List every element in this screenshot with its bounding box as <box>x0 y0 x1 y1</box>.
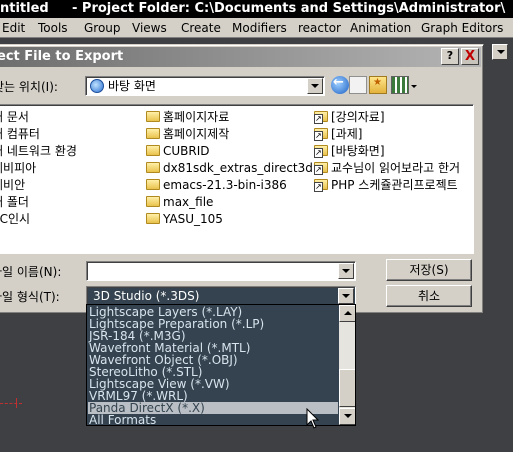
scroll-up-icon[interactable] <box>339 305 355 322</box>
mouse-cursor-icon <box>306 408 320 429</box>
list-item[interactable]: emacs-21.3-bin-i386 <box>146 177 287 193</box>
folder-icon <box>146 196 160 207</box>
list-item[interactable]: YASU_105 <box>146 211 223 227</box>
menu-animation[interactable]: Animation <box>350 18 411 37</box>
folder-shortcut-icon <box>314 145 328 158</box>
menu-modifiers[interactable]: Modifiers <box>232 18 287 37</box>
filetype-dropdown[interactable]: 3D Studio (*.3DS) <box>86 286 356 305</box>
app-title-prefix: ntitled <box>0 1 49 16</box>
app-title-project: - Project Folder: C:\Documents and Setti… <box>72 1 506 16</box>
menu-graph-editors[interactable]: Graph Editors <box>421 18 503 37</box>
list-item[interactable]: dx81sdk_extras_direct3d <box>146 160 313 176</box>
list-item[interactable]: 내 컴퓨터 <box>0 126 40 142</box>
filetype-value: 3D Studio (*.3DS) <box>93 289 200 303</box>
new-folder-icon[interactable] <box>369 76 387 94</box>
list-item[interactable]: All Formats <box>88 414 338 425</box>
lookin-label: 찾는 위치(I): <box>0 80 58 94</box>
view-menu-icon[interactable] <box>391 76 409 94</box>
folder-icon <box>146 145 160 156</box>
menu-create[interactable]: Create <box>181 18 221 37</box>
list-item[interactable]: [과제] <box>314 126 362 142</box>
viewport-axis-line <box>0 403 22 404</box>
list-item[interactable]: [바탕화면] <box>314 143 385 159</box>
lookin-value: 바탕 화면 <box>108 79 156 93</box>
list-item[interactable]: 내 네트워크 환경 <box>0 143 77 159</box>
menu-reactor[interactable]: reactor <box>298 18 341 37</box>
folder-icon <box>146 179 160 190</box>
dialog-title-bar[interactable]: ect File to Export <box>0 47 481 67</box>
filename-input[interactable] <box>86 261 356 281</box>
vertical-scrollbar[interactable] <box>339 305 355 425</box>
view-menu-arrow-icon[interactable] <box>411 85 417 88</box>
dialog-title: ect File to Export <box>0 49 124 64</box>
menu-views[interactable]: Views <box>132 18 167 37</box>
export-dialog: ect File to Export ? X 찾는 위치(I): 바탕 화면 내… <box>0 44 484 314</box>
command-panel-edge <box>486 38 513 452</box>
viewport-axis-tick <box>16 398 17 408</box>
menu-tools[interactable]: Tools <box>38 18 68 37</box>
panel-dropdown-button[interactable] <box>492 44 508 60</box>
menu-group[interactable]: Group <box>84 18 121 37</box>
list-item[interactable]: [강의자료] <box>314 109 385 125</box>
list-item[interactable]: 새 폴더 <box>0 194 29 210</box>
filename-label: 파일 이름(N): <box>0 265 62 279</box>
list-item[interactable]: max_file <box>146 194 213 210</box>
file-list[interactable]: 내 문서 내 컴퓨터 내 네트워크 환경 웨비피아 웨비안 새 폴더 SC인시 … <box>0 104 474 254</box>
desktop-icon <box>90 79 104 93</box>
app-title-bar: ntitled - Project Folder: C:\Documents a… <box>0 0 513 18</box>
scrollbar-thumb[interactable] <box>339 369 355 407</box>
list-item[interactable]: SC인시 <box>0 211 30 227</box>
list-item[interactable]: 홈페이지제작 <box>146 126 229 142</box>
folder-icon <box>146 213 160 224</box>
cancel-button[interactable]: 취소 <box>386 285 472 307</box>
chevron-down-icon[interactable] <box>338 263 354 279</box>
list-item[interactable]: 홈페이지자료 <box>146 109 229 125</box>
folder-shortcut-icon <box>314 128 328 141</box>
list-item[interactable]: 웨비안 <box>0 177 25 193</box>
folder-icon <box>146 128 160 139</box>
list-item[interactable]: 웨비피아 <box>0 160 36 176</box>
up-folder-icon[interactable] <box>349 76 367 94</box>
back-icon[interactable] <box>331 75 349 94</box>
menu-edit[interactable]: Edit <box>2 18 25 37</box>
lookin-dropdown[interactable]: 바탕 화면 <box>85 76 325 96</box>
list-item[interactable]: 내 문서 <box>0 109 29 125</box>
folder-shortcut-icon <box>314 162 328 175</box>
menu-bar: Edit Tools Group Views Create Modifiers … <box>0 18 513 38</box>
folder-icon <box>146 162 160 173</box>
help-button[interactable]: ? <box>441 48 459 65</box>
scroll-down-icon[interactable] <box>339 408 355 425</box>
folder-shortcut-icon <box>314 111 328 124</box>
save-button[interactable]: 저장(S) <box>386 259 472 281</box>
list-item[interactable]: PHP 스케쥴관리프로젝트 <box>314 177 458 193</box>
list-item[interactable]: CUBRID <box>146 143 210 159</box>
folder-shortcut-icon <box>314 179 328 192</box>
close-icon: X <box>464 49 476 64</box>
list-item[interactable]: 교수님이 읽어보라고 한거 <box>314 160 460 176</box>
filetype-label: 파일 형식(T): <box>0 290 60 304</box>
chevron-down-icon[interactable] <box>338 288 354 304</box>
folder-icon <box>146 111 160 122</box>
close-button[interactable]: X <box>461 48 479 65</box>
chevron-down-icon[interactable] <box>307 78 323 94</box>
